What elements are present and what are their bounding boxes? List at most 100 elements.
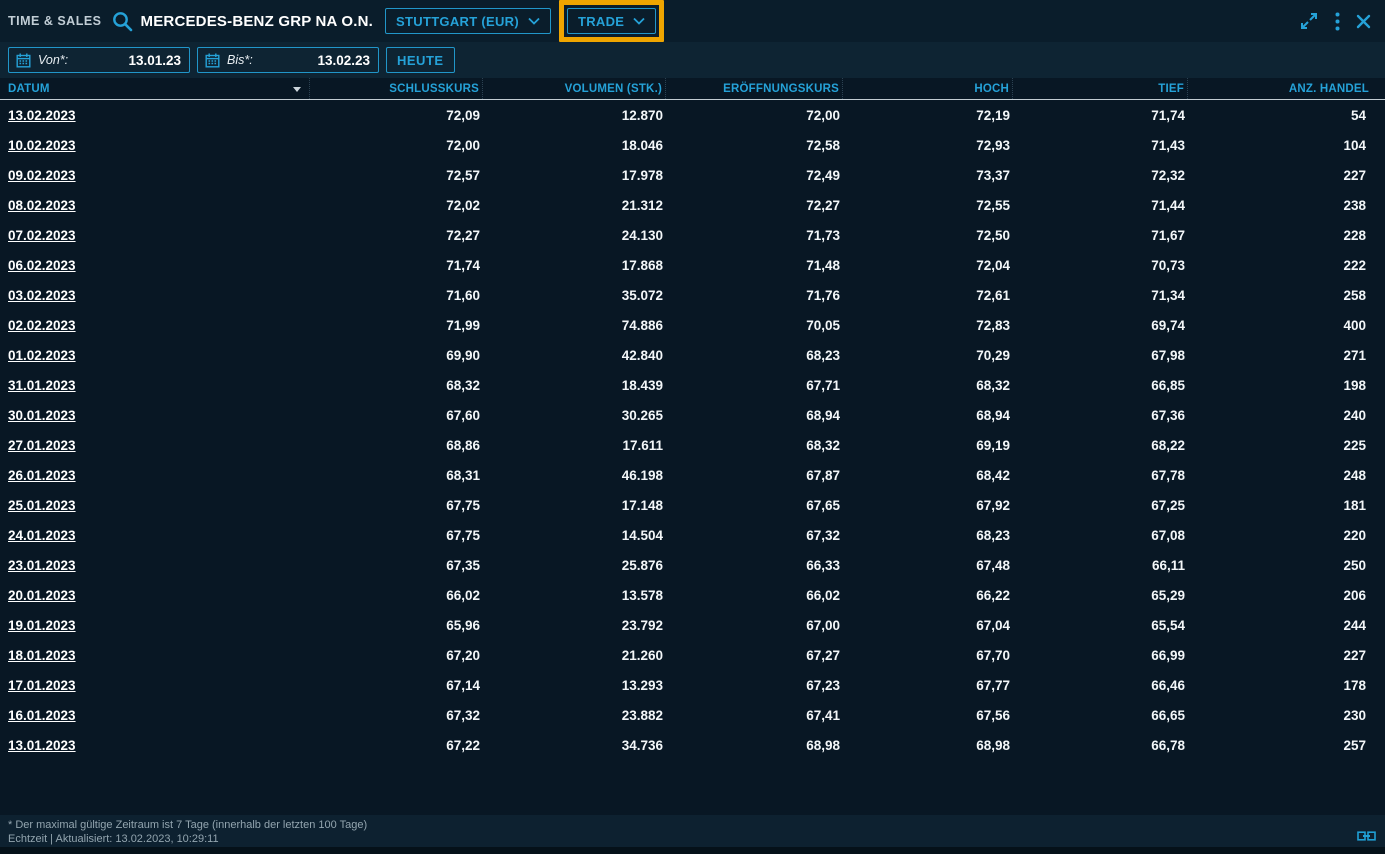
date-link[interactable]: 20.01.2023: [8, 588, 76, 603]
column-header-datum[interactable]: DATUM: [0, 78, 310, 99]
column-header-volumen[interactable]: VOLUMEN (STK.): [483, 78, 666, 99]
table-cell: 67,00: [666, 618, 843, 633]
table-row: 13.01.202367,2234.73668,9868,9866,78257: [0, 730, 1385, 760]
column-header-eroeffnungskurs[interactable]: ERÖFFNUNGSKURS: [666, 78, 843, 99]
table-row: 25.01.202367,7517.14867,6567,9267,25181: [0, 490, 1385, 520]
table-cell: 206: [1188, 588, 1369, 603]
table-cell: 72,49: [666, 168, 843, 183]
date-link[interactable]: 19.01.2023: [8, 618, 76, 633]
table-cell: 70,05: [666, 318, 843, 333]
von-date-field[interactable]: Von*: 13.01.23: [8, 47, 190, 73]
date-link[interactable]: 16.01.2023: [8, 708, 76, 723]
table-cell: 240: [1188, 408, 1369, 423]
date-link[interactable]: 13.02.2023: [8, 108, 76, 123]
table-cell: 13.293: [483, 678, 666, 693]
table-cell: 66,11: [1013, 558, 1188, 573]
table-cell: 66,02: [310, 588, 483, 603]
table-cell: 67,20: [310, 648, 483, 663]
table-row: 18.01.202367,2021.26067,2767,7066,99227: [0, 640, 1385, 670]
table-cell: 71,44: [1013, 198, 1188, 213]
link-icon[interactable]: [1357, 829, 1376, 843]
table-row: 13.02.202372,0912.87072,0072,1971,7454: [0, 100, 1385, 130]
table-cell: 65,54: [1013, 618, 1188, 633]
column-header-anz-handel[interactable]: ANZ. HANDEL: [1188, 78, 1369, 99]
table-cell: 178: [1188, 678, 1369, 693]
chevron-down-icon: [633, 17, 645, 25]
table-cell: 18.439: [483, 378, 666, 393]
table-cell: 23.792: [483, 618, 666, 633]
date-link[interactable]: 26.01.2023: [8, 468, 76, 483]
table-cell: 72,61: [843, 288, 1013, 303]
table-row: 09.02.202372,5717.97872,4973,3772,32227: [0, 160, 1385, 190]
kebab-menu-icon[interactable]: [1335, 12, 1340, 31]
table-cell: 66,99: [1013, 648, 1188, 663]
table-cell: 18.046: [483, 138, 666, 153]
table-cell: 42.840: [483, 348, 666, 363]
table-cell: 67,32: [310, 708, 483, 723]
date-link[interactable]: 01.02.2023: [8, 348, 76, 363]
trade-dropdown[interactable]: TRADE: [567, 8, 656, 34]
date-link[interactable]: 30.01.2023: [8, 408, 76, 423]
date-link[interactable]: 10.02.2023: [8, 138, 76, 153]
topbar: TIME & SALES MERCEDES-BENZ GRP NA O.N. S…: [0, 0, 1385, 42]
exchange-dropdown[interactable]: STUTTGART (EUR): [385, 8, 551, 34]
date-link[interactable]: 31.01.2023: [8, 378, 76, 393]
table-cell: 68,94: [843, 408, 1013, 423]
date-link[interactable]: 23.01.2023: [8, 558, 76, 573]
table-cell: 68,31: [310, 468, 483, 483]
date-link[interactable]: 03.02.2023: [8, 288, 76, 303]
table-cell: 66,22: [843, 588, 1013, 603]
table-cell: 67,48: [843, 558, 1013, 573]
table-cell: 68,32: [310, 378, 483, 393]
date-link[interactable]: 24.01.2023: [8, 528, 76, 543]
filterbar: Von*: 13.01.23 Bis*: 13.02.23 HEUTE: [0, 42, 1385, 78]
table-row: 06.02.202371,7417.86871,4872,0470,73222: [0, 250, 1385, 280]
date-link[interactable]: 08.02.2023: [8, 198, 76, 213]
column-header-hoch[interactable]: HOCH: [843, 78, 1013, 99]
table-cell: 72,32: [1013, 168, 1188, 183]
date-link[interactable]: 18.01.2023: [8, 648, 76, 663]
table-cell: 71,99: [310, 318, 483, 333]
footer-note: * Der maximal gültige Zeitraum ist 7 Tag…: [8, 818, 1375, 832]
date-link[interactable]: 02.02.2023: [8, 318, 76, 333]
table-cell: 71,34: [1013, 288, 1188, 303]
table-cell: 17.868: [483, 258, 666, 273]
date-link[interactable]: 27.01.2023: [8, 438, 76, 453]
table-cell: 66,65: [1013, 708, 1188, 723]
table-cell: 250: [1188, 558, 1369, 573]
date-link[interactable]: 13.01.2023: [8, 738, 76, 753]
table-cell: 230: [1188, 708, 1369, 723]
table-cell: 67,60: [310, 408, 483, 423]
table-cell: 72,02: [310, 198, 483, 213]
table-cell: 400: [1188, 318, 1369, 333]
table-cell-datum: 13.01.2023: [0, 738, 310, 753]
expand-icon[interactable]: [1299, 11, 1319, 31]
table-cell: 198: [1188, 378, 1369, 393]
table-row: 26.01.202368,3146.19867,8768,4267,78248: [0, 460, 1385, 490]
date-link[interactable]: 17.01.2023: [8, 678, 76, 693]
bis-date-field[interactable]: Bis*: 13.02.23: [197, 47, 379, 73]
table-cell: 271: [1188, 348, 1369, 363]
table-cell: 67,78: [1013, 468, 1188, 483]
heute-button[interactable]: HEUTE: [386, 47, 455, 73]
column-header-tief[interactable]: TIEF: [1013, 78, 1188, 99]
table-cell: 181: [1188, 498, 1369, 513]
table-cell: 72,09: [310, 108, 483, 123]
table-cell-datum: 03.02.2023: [0, 288, 310, 303]
column-header-schlusskurs[interactable]: SCHLUSSKURS: [310, 78, 483, 99]
table-cell: 72,27: [310, 228, 483, 243]
close-icon[interactable]: [1356, 14, 1371, 29]
calendar-icon: [205, 53, 220, 68]
date-link[interactable]: 07.02.2023: [8, 228, 76, 243]
table-cell: 67,56: [843, 708, 1013, 723]
table-cell: 68,94: [666, 408, 843, 423]
date-link[interactable]: 06.02.2023: [8, 258, 76, 273]
table-cell: 67,36: [1013, 408, 1188, 423]
date-link[interactable]: 25.01.2023: [8, 498, 76, 513]
table-cell: 23.882: [483, 708, 666, 723]
table-cell: 24.130: [483, 228, 666, 243]
table-cell: 68,23: [843, 528, 1013, 543]
date-link[interactable]: 09.02.2023: [8, 168, 76, 183]
search-icon[interactable]: [111, 10, 134, 33]
table-cell: 68,22: [1013, 438, 1188, 453]
